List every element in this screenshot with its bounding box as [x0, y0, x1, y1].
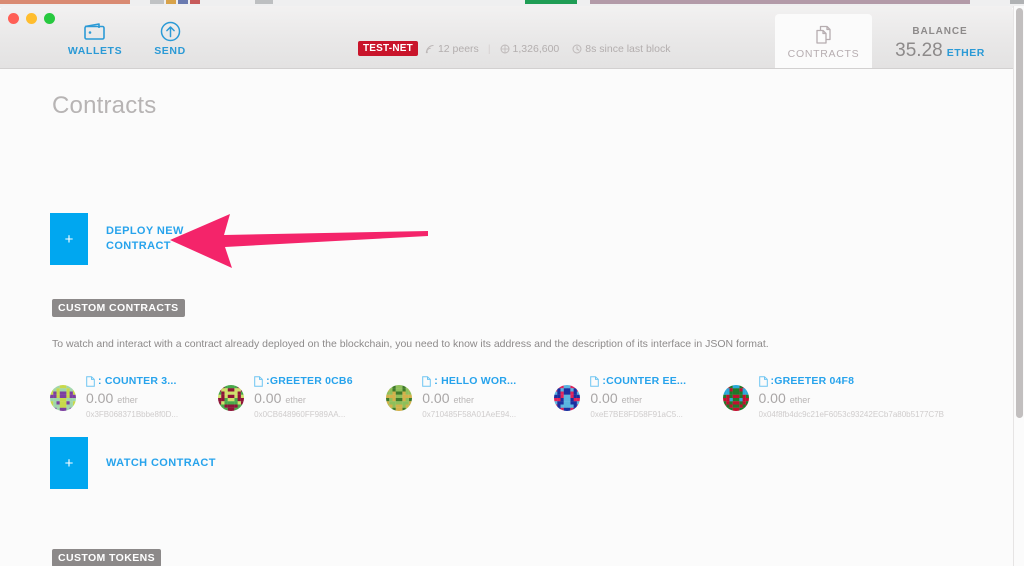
contract-balance: 0.00 ether	[86, 390, 178, 406]
contract-list-item[interactable]: : COUNTER 3... 0.00 ether 0x3FB068371Bbbe8f…	[50, 375, 199, 419]
document-icon	[758, 375, 768, 387]
contract-balance-amount: 0.00	[758, 390, 786, 406]
contract-list-item[interactable]: : HELLO WOR... 0.00 ether 0x710485F58A01AeE…	[386, 375, 535, 419]
deploy-new-contract-button[interactable]: + DEPLOY NEW CONTRACT	[50, 213, 184, 265]
contract-balance-unit: ether	[453, 395, 475, 405]
contract-name-label: :GREETER 04F8	[770, 375, 855, 387]
contract-list: : COUNTER 3... 0.00 ether 0x3FB068371Bbbe8f…	[50, 375, 990, 419]
contract-avatar	[218, 385, 245, 411]
balance-display: BALANCE 35.28 ETHER	[880, 26, 1000, 62]
block-icon	[500, 44, 510, 53]
balance-unit: ETHER	[946, 47, 985, 59]
nav-wallets-label: WALLETS	[67, 45, 123, 57]
contract-avatar	[386, 385, 413, 411]
contract-balance-amount: 0.00	[254, 390, 282, 406]
contract-name-label: : COUNTER 3...	[98, 375, 177, 387]
contract-balance-unit: ether	[117, 395, 138, 405]
toolbar: WALLETS SEND TEST-NET 12 peers | 1,326,6…	[0, 6, 1013, 69]
contract-avatar	[722, 385, 749, 411]
deploy-new-contract-label: DEPLOY NEW CONTRACT	[106, 225, 184, 252]
contract-address: 0x3FB068371Bbbe8f0D...	[86, 410, 179, 419]
contract-name-label: :COUNTER EE...	[602, 375, 687, 387]
zoom-button[interactable]	[44, 13, 55, 24]
custom-tokens-heading: CUSTOM TOKENS	[52, 549, 161, 566]
contract-balance: 0.00 ether	[759, 390, 944, 406]
contract-name[interactable]: : HELLO WOR...	[422, 375, 516, 387]
block-number: 1,326,600	[500, 42, 560, 55]
contract-list-item[interactable]: :COUNTER EE... 0.00 ether 0xeE7BE8FD58F91aC…	[554, 375, 703, 419]
contract-balance: 0.00 ether	[254, 390, 353, 406]
contract-address: 0xeE7BE8FD58F91aC5...	[590, 410, 683, 419]
peer-count-label: 12 peers	[437, 42, 479, 55]
document-icon	[254, 375, 263, 387]
contract-balance: 0.00 ether	[422, 390, 516, 406]
vertical-scrollbar[interactable]	[1013, 6, 1024, 566]
network-status-bar: TEST-NET 12 peers | 1,326,600 8s since l…	[358, 41, 670, 56]
window-traffic-lights	[8, 13, 55, 24]
contract-balance-unit: ether	[789, 395, 811, 405]
contract-name[interactable]: :COUNTER EE...	[590, 375, 686, 387]
app-window: WALLETS SEND TEST-NET 12 peers | 1,326,6…	[0, 6, 1013, 566]
last-block-time: 8s since last block	[572, 43, 670, 55]
contract-name[interactable]: :GREETER 0CB6	[254, 375, 353, 387]
contract-name-label: :GREETER 0CB6	[266, 375, 353, 387]
contract-list-item[interactable]: :GREETER 0CB6 0.00 ether 0x0CB648960FF989AA…	[218, 375, 367, 419]
contract-avatar	[554, 385, 581, 411]
clock-icon	[572, 44, 582, 53]
tab-contracts[interactable]: CONTRACTS	[775, 14, 872, 68]
contract-balance-amount: 0.00	[86, 390, 114, 406]
nav-wallets[interactable]: WALLETS	[58, 20, 132, 57]
close-button[interactable]	[8, 13, 19, 24]
contract-balance-amount: 0.00	[422, 390, 450, 406]
custom-contracts-description: To watch and interact with a contract al…	[52, 338, 769, 350]
contract-balance-amount: 0.00	[590, 390, 618, 406]
watch-contract-label: WATCH CONTRACT	[106, 456, 216, 469]
plus-icon: +	[50, 213, 88, 265]
contract-name[interactable]: :GREETER 04F8	[758, 375, 944, 387]
annotation-arrow-icon	[170, 214, 428, 268]
plus-icon: +	[50, 437, 88, 489]
document-icon	[86, 375, 95, 387]
status-divider: |	[487, 42, 491, 55]
contract-address: 0x0CB648960FF989AA...	[254, 410, 346, 419]
document-icon	[590, 375, 600, 387]
contract-address: 0x04f8fb4dc9c21eF6053c93242ECb7a80b5177C…	[758, 410, 944, 419]
contract-address: 0x710485F58A01AeE94...	[422, 410, 517, 419]
tab-contracts-label: CONTRACTS	[787, 48, 860, 60]
signal-icon	[425, 44, 434, 53]
block-number-label: 1,326,600	[512, 42, 560, 55]
contract-balance: 0.00 ether	[590, 390, 686, 406]
contract-balance-unit: ether	[621, 395, 643, 405]
balance-amount: 35.28	[895, 40, 943, 61]
send-circle-arrow-icon	[133, 20, 207, 42]
custom-contracts-heading: CUSTOM CONTRACTS	[52, 299, 185, 317]
contract-balance-unit: ether	[285, 395, 306, 405]
page-content: Contracts + DEPLOY NEW CONTRACT CUSTOM C…	[0, 69, 1013, 566]
nav-send-label: SEND	[154, 45, 186, 57]
contract-list-item[interactable]: :GREETER 04F8 0.00 ether 0x04f8fb4dc9c21eF6…	[722, 375, 972, 419]
minimize-button[interactable]	[26, 13, 37, 24]
scrollbar-thumb[interactable]	[1016, 8, 1023, 418]
nav-send[interactable]: SEND	[133, 20, 207, 57]
balance-label: BALANCE	[912, 26, 968, 37]
wallet-icon	[58, 20, 132, 42]
page-title: Contracts	[52, 92, 157, 119]
last-block-label: 8s since last block	[585, 42, 671, 55]
peer-count: 12 peers	[425, 43, 479, 55]
contract-name[interactable]: : COUNTER 3...	[86, 375, 178, 387]
document-icon	[422, 375, 432, 387]
contract-name-label: : HELLO WOR...	[434, 375, 517, 387]
watch-contract-button[interactable]: + WATCH CONTRACT	[50, 437, 216, 489]
documents-icon	[775, 14, 872, 46]
contract-avatar	[50, 385, 76, 411]
network-badge: TEST-NET	[358, 41, 418, 56]
